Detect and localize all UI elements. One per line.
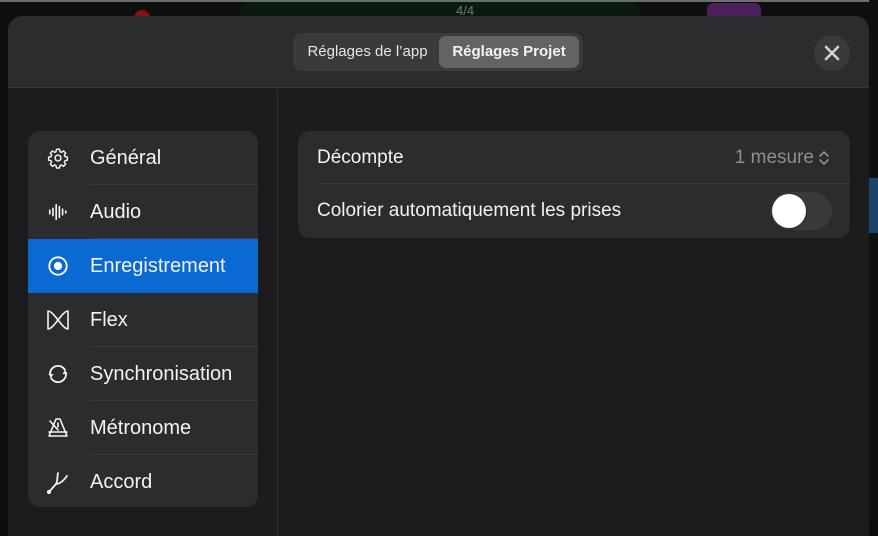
tab-app-settings[interactable]: Réglages de l’app	[296, 36, 439, 68]
metronome-icon	[46, 416, 70, 440]
sidebar-item-flex[interactable]: Flex	[28, 293, 258, 347]
sidebar-item-tuning[interactable]: Accord	[28, 455, 258, 507]
record-icon	[46, 254, 70, 278]
sidebar-item-metronome[interactable]: Métronome	[28, 401, 258, 455]
settings-scope-segmented-control: Réglages de l’app Réglages Projet	[293, 33, 583, 71]
sidebar-item-audio[interactable]: Audio	[28, 185, 258, 239]
settings-modal: Réglages de l’app Réglages Projet Généra…	[8, 16, 869, 536]
sidebar-item-recording[interactable]: Enregistrement	[28, 239, 258, 293]
sidebar-item-general[interactable]: Général	[28, 131, 258, 185]
sidebar-item-label: Général	[90, 147, 162, 169]
sidebar-item-label: Accord	[90, 471, 153, 493]
modal-header: Réglages de l’app Réglages Projet	[8, 16, 869, 88]
toggle-knob[interactable]	[772, 194, 806, 228]
flex-icon	[46, 308, 70, 332]
sidebar-item-label: Métronome	[90, 417, 192, 439]
close-button[interactable]	[814, 35, 850, 71]
sidebar-item-label: Flex	[90, 309, 128, 331]
sidebar-item-label: Audio	[90, 201, 142, 223]
sidebar-item-label: Synchronisation	[90, 363, 233, 385]
column-divider	[277, 89, 278, 536]
count-in-label: Décompte	[317, 147, 404, 168]
auto-color-takes-toggle[interactable]	[770, 192, 832, 230]
gear-icon	[46, 146, 70, 170]
background-region	[869, 178, 878, 233]
count-in-row[interactable]: Décompte 1 mesure	[298, 131, 850, 184]
sidebar-item-label: Enregistrement	[90, 255, 226, 277]
auto-color-takes-row: Colorier automatiquement les prises	[298, 184, 850, 237]
recording-settings-group: Décompte 1 mesure Colorier automatiqueme…	[298, 131, 850, 238]
tuning-fork-icon	[46, 470, 70, 494]
close-icon	[824, 45, 840, 61]
sync-icon	[46, 362, 70, 386]
sidebar-item-synchronisation[interactable]: Synchronisation	[28, 347, 258, 401]
auto-color-takes-label: Colorier automatiquement les prises	[317, 200, 622, 221]
waveform-icon	[46, 200, 70, 224]
settings-sidebar: Général Audio Enregistrement Flex Synchr…	[28, 131, 258, 507]
background-track-strip	[869, 0, 878, 521]
count-in-picker[interactable]: 1 mesure	[735, 131, 830, 184]
count-in-value: 1 mesure	[734, 147, 814, 168]
tab-project-settings[interactable]: Réglages Projet	[439, 36, 579, 68]
chevron-up-down-icon	[819, 150, 829, 165]
